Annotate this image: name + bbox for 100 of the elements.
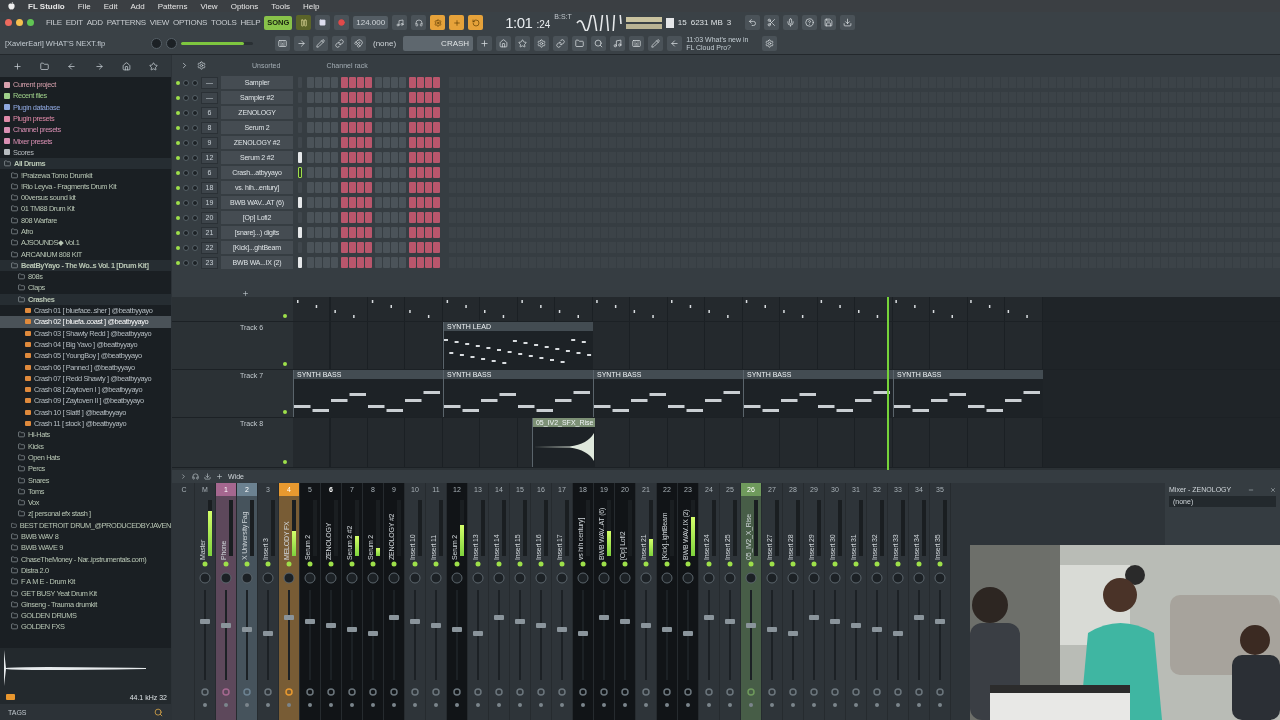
menu-item[interactable]: VIEW [149, 18, 170, 27]
fader-controls-drawing[interactable] [259, 560, 277, 710]
fader-controls-drawing[interactable] [490, 560, 508, 710]
zoom-button[interactable] [27, 19, 34, 26]
fader-controls-drawing[interactable] [532, 560, 550, 710]
fader-controls-drawing[interactable] [700, 560, 718, 710]
forward-icon[interactable] [94, 61, 104, 71]
step-button[interactable] [365, 152, 372, 163]
step-button[interactable] [349, 242, 356, 253]
menu-item[interactable]: File [77, 1, 91, 11]
menu-item[interactable]: Patterns [157, 1, 188, 11]
fader-controls-drawing[interactable] [679, 560, 697, 710]
volume-knob[interactable] [192, 184, 198, 191]
step-button[interactable] [365, 122, 372, 133]
fader-controls-drawing[interactable] [784, 560, 802, 710]
mute-led[interactable] [176, 230, 180, 235]
track-led[interactable] [283, 314, 287, 318]
volume-knob[interactable] [192, 169, 198, 176]
step-button[interactable] [417, 122, 424, 133]
mute-led[interactable] [176, 200, 180, 205]
step-button[interactable] [409, 107, 416, 118]
track-led[interactable] [283, 460, 287, 464]
step-button[interactable] [425, 137, 432, 148]
step-button[interactable] [433, 167, 440, 178]
volume-knob[interactable] [192, 94, 198, 101]
channel-select-indicator[interactable] [298, 167, 302, 178]
tempo-field[interactable]: 124.000 [353, 16, 389, 29]
step-button[interactable] [365, 212, 372, 223]
fader-controls-drawing[interactable] [364, 560, 382, 710]
step-button[interactable] [357, 242, 364, 253]
step-button[interactable] [433, 242, 440, 253]
gear-button[interactable] [534, 36, 550, 51]
loop-button[interactable] [468, 15, 484, 30]
step-button[interactable] [417, 227, 424, 238]
fader-controls-drawing[interactable] [805, 560, 823, 710]
step-button[interactable] [341, 242, 348, 253]
gear-button[interactable] [430, 15, 446, 30]
step-button[interactable] [341, 107, 348, 118]
step-button[interactable] [357, 197, 364, 208]
step-button[interactable] [425, 77, 432, 88]
step-button[interactable] [341, 152, 348, 163]
step-button[interactable] [357, 167, 364, 178]
step-button[interactable] [417, 137, 424, 148]
mute-led[interactable] [176, 170, 180, 175]
add-icon[interactable] [13, 61, 23, 71]
download-button[interactable] [840, 15, 856, 30]
step-button[interactable] [357, 212, 364, 223]
step-button[interactable] [365, 92, 372, 103]
star-icon[interactable] [148, 61, 158, 71]
expand-icon[interactable] [180, 60, 189, 70]
step-button[interactable] [341, 122, 348, 133]
step-button[interactable] [341, 197, 348, 208]
pattern-selector[interactable]: CRASH [403, 36, 474, 51]
step-button[interactable] [409, 182, 416, 193]
step-button[interactable] [417, 182, 424, 193]
step-button[interactable] [417, 152, 424, 163]
gear-button[interactable] [762, 36, 778, 51]
step-button[interactable] [409, 92, 416, 103]
add-icon[interactable] [216, 473, 223, 480]
menu-item[interactable]: Tools [271, 1, 290, 11]
fader-controls-drawing[interactable] [574, 560, 592, 710]
close-icon[interactable] [1270, 486, 1276, 493]
step-button[interactable] [433, 137, 440, 148]
step-button[interactable] [433, 197, 440, 208]
step-button[interactable] [357, 122, 364, 133]
fader-controls-drawing[interactable] [385, 560, 403, 710]
step-button[interactable] [365, 137, 372, 148]
step-button[interactable] [425, 152, 432, 163]
step-button[interactable] [409, 122, 416, 133]
fader-controls-drawing[interactable] [910, 560, 928, 710]
step-button[interactable] [433, 182, 440, 193]
piano-keys-button[interactable] [275, 36, 290, 51]
search-icon[interactable] [154, 707, 163, 717]
volume-knob[interactable] [192, 109, 198, 116]
link-button[interactable] [553, 36, 569, 51]
mute-led[interactable] [176, 80, 180, 85]
mute-led[interactable] [176, 155, 180, 160]
fader-controls-drawing[interactable] [826, 560, 844, 710]
step-button[interactable] [425, 257, 432, 268]
step-button[interactable] [365, 167, 372, 178]
step-button[interactable] [433, 227, 440, 238]
step-button[interactable] [365, 257, 372, 268]
step-button[interactable] [417, 257, 424, 268]
step-button[interactable] [425, 92, 432, 103]
fader-controls-drawing[interactable] [238, 560, 256, 710]
menu-item[interactable]: OPTIONS [173, 18, 207, 27]
step-button[interactable] [409, 77, 416, 88]
menu-item[interactable]: ADD [86, 18, 103, 27]
step-button[interactable] [433, 92, 440, 103]
mute-led[interactable] [176, 125, 180, 130]
menu-item[interactable]: PATTERNS [106, 18, 146, 27]
help-button[interactable] [802, 15, 818, 30]
step-button[interactable] [357, 257, 364, 268]
step-button[interactable] [357, 77, 364, 88]
plus-button[interactable] [477, 36, 493, 51]
fader-controls-drawing[interactable] [343, 560, 361, 710]
step-button[interactable] [357, 92, 364, 103]
step-button[interactable] [433, 122, 440, 133]
minimize-button[interactable] [16, 19, 23, 26]
step-button[interactable] [349, 257, 356, 268]
